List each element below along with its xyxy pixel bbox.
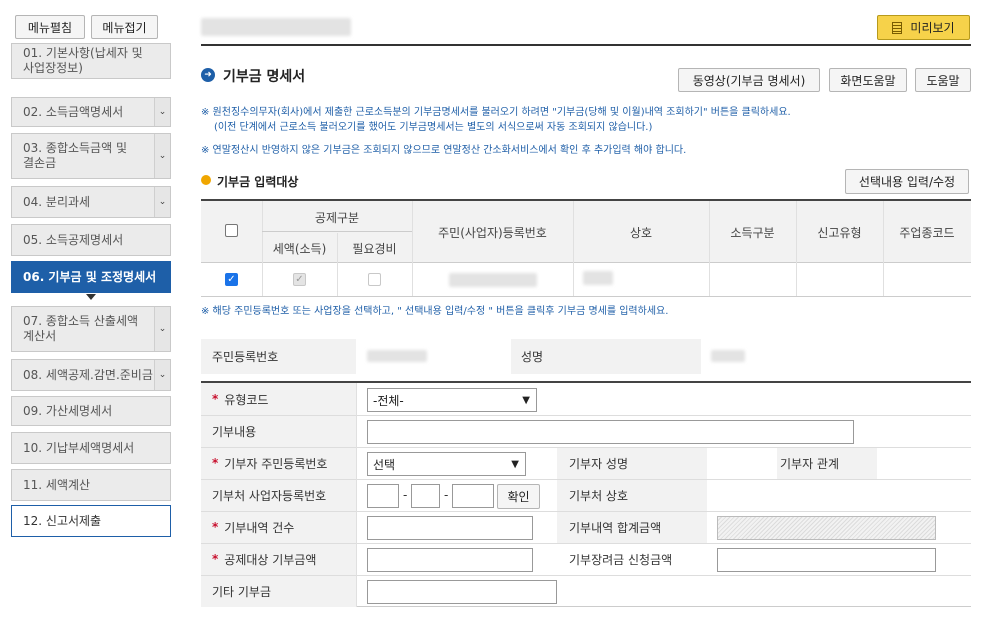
sidebar-item-total-income[interactable]: 03. 종합소득금액 및 결손금 ⌄ bbox=[11, 133, 171, 179]
sidebar-item-label: 04. 분리과세 bbox=[23, 194, 91, 209]
sidebar-item-prepaid[interactable]: 10. 기납부세액명세서 bbox=[11, 432, 171, 464]
row-regno-redacted bbox=[449, 273, 537, 287]
chevron-down-icon: ▼ bbox=[511, 459, 519, 470]
org-bizno-part1[interactable] bbox=[367, 484, 399, 508]
table-row[interactable]: ✓ ✓ bbox=[201, 263, 971, 297]
confirm-button[interactable]: 확인 bbox=[497, 484, 540, 509]
sidebar-item-label: 12. 신고서제출 bbox=[23, 513, 102, 528]
count-input[interactable] bbox=[367, 516, 533, 540]
sidebar-item-label: 05. 소득공제명세서 bbox=[23, 232, 124, 247]
sidebar-item-submit[interactable]: 12. 신고서제출 bbox=[11, 505, 171, 537]
dash-separator: - bbox=[403, 488, 408, 502]
sidebar-item-label: 08. 세액공제.감면.준비금 bbox=[23, 367, 153, 382]
header-deduction: 공제구분 bbox=[314, 210, 360, 225]
header-industry-code: 주업종코드 bbox=[899, 225, 955, 240]
sidebar-item-separate-tax[interactable]: 04. 분리과세 ⌄ bbox=[11, 186, 171, 218]
chevron-down-icon: ▼ bbox=[522, 395, 530, 406]
deduct-amount-label: * 공제대상 기부금액 bbox=[212, 552, 317, 567]
type-code-label: * 유형코드 bbox=[212, 392, 269, 407]
header-name: 상호 bbox=[629, 225, 653, 240]
org-bizno-part3[interactable] bbox=[452, 484, 494, 508]
target-title: 기부금 입력대상 bbox=[217, 175, 299, 189]
notice-select: ※ 해당 주민등록번호 또는 사업장을 선택하고, " 선택내용 입력/수정 "… bbox=[201, 306, 669, 317]
chevron-down-icon[interactable]: ⌄ bbox=[154, 307, 170, 351]
sidebar-item-basic[interactable]: 01. 기본사항(납세자 및 사업장정보) bbox=[11, 43, 171, 79]
content-input[interactable] bbox=[367, 420, 854, 444]
chevron-down-icon[interactable]: ⌄ bbox=[154, 98, 170, 126]
info-row: 주민등록번호 성명 bbox=[201, 339, 971, 374]
scholarship-label: 기부장려금 신청금액 bbox=[569, 552, 673, 567]
sidebar-item-label: 07. 종합소득 산출세액계산서 bbox=[23, 314, 139, 343]
sidebar-item-label: 10. 기납부세액명세서 bbox=[23, 440, 135, 455]
info-name-redacted bbox=[711, 350, 745, 362]
sidebar-item-calculated-tax[interactable]: 07. 종합소득 산출세액계산서 ⌄ bbox=[11, 306, 171, 352]
edit-selected-button[interactable]: 선택내용 입력/수정 bbox=[845, 169, 969, 194]
sidebar-item-donation[interactable]: 06. 기부금 및 조정명세서 bbox=[11, 261, 171, 293]
total-amount-label: 기부내역 합계금액 bbox=[569, 520, 662, 535]
target-table: 공제구분 세액(소득) 필요경비 주민(사업자)등록번호 상호 소득구분 신고유… bbox=[201, 199, 971, 297]
org-bizno-label: 기부처 사업자등록번호 bbox=[212, 488, 327, 503]
row-tax-checkbox: ✓ bbox=[293, 273, 306, 286]
active-indicator-icon bbox=[86, 294, 96, 300]
preview-button[interactable]: 미리보기 bbox=[877, 15, 970, 40]
chevron-down-icon[interactable]: ⌄ bbox=[154, 134, 170, 178]
donor-regno-label: * 기부자 주민등록번호 bbox=[212, 456, 328, 471]
sidebar-item-label: 09. 가산세명세서 bbox=[23, 403, 113, 418]
scholarship-input[interactable] bbox=[717, 548, 936, 572]
row-select-checkbox[interactable]: ✓ bbox=[225, 273, 238, 286]
header-tax: 세액(소득) bbox=[272, 241, 327, 256]
sidebar-item-label: 01. 기본사항(납세자 및 사업장정보) bbox=[23, 46, 143, 75]
chevron-down-icon[interactable]: ⌄ bbox=[154, 187, 170, 217]
sidebar-item-deduction[interactable]: 05. 소득공제명세서 bbox=[11, 224, 171, 256]
type-code-select[interactable]: -전체- ▼ bbox=[367, 388, 537, 412]
donor-relation-label: 기부자 관계 bbox=[780, 456, 840, 471]
screen-help-button[interactable]: 화면도움말 bbox=[829, 68, 907, 92]
document-icon bbox=[892, 21, 903, 34]
arrow-circle-icon: ➜ bbox=[201, 68, 215, 82]
info-regno-label: 주민등록번호 bbox=[212, 350, 279, 364]
org-bizno-part2[interactable] bbox=[411, 484, 440, 508]
menu-collapse-button[interactable]: 메뉴접기 bbox=[91, 15, 158, 39]
sidebar-item-label: 06. 기부금 및 조정명세서 bbox=[23, 269, 157, 284]
header-regno: 주민(사업자)등록번호 bbox=[438, 225, 547, 240]
video-button[interactable]: 동영상(기부금 명세서) bbox=[678, 68, 820, 92]
section-title: 기부금 명세서 bbox=[223, 69, 306, 85]
content-label: 기부내용 bbox=[212, 424, 257, 439]
preview-label: 미리보기 bbox=[910, 21, 955, 35]
deduct-amount-input[interactable] bbox=[367, 548, 533, 572]
sidebar-item-tax-calc[interactable]: 11. 세액계산 bbox=[11, 469, 171, 501]
sidebar-item-label: 03. 종합소득금액 및 결손금 bbox=[23, 141, 127, 170]
menu-expand-button[interactable]: 메뉴펼침 bbox=[15, 15, 85, 39]
header-income-type: 소득구분 bbox=[730, 225, 775, 240]
user-name-redacted bbox=[201, 18, 351, 36]
row-expense-checkbox bbox=[368, 273, 381, 286]
header-expense: 필요경비 bbox=[352, 241, 397, 256]
total-amount-input bbox=[717, 516, 936, 540]
dash-separator: - bbox=[444, 488, 449, 502]
header-report-type: 신고유형 bbox=[817, 225, 862, 240]
sidebar-item-income-statement[interactable]: 02. 소득금액명세서 ⌄ bbox=[11, 97, 171, 127]
notice-import: ※ 원천징수의무자(회사)에서 제출한 근로소득분의 기부금명세서를 불러오기 … bbox=[201, 107, 791, 118]
donor-name-label: 기부자 성명 bbox=[569, 456, 629, 471]
help-button[interactable]: 도움말 bbox=[915, 68, 971, 92]
info-name-label: 성명 bbox=[521, 350, 544, 364]
notice-yearend: ※ 연말정산시 반영하지 않은 기부금은 조회되지 않으므로 연말정산 간소화서… bbox=[201, 145, 687, 156]
count-label: * 기부내역 건수 bbox=[212, 520, 295, 535]
sidebar-item-penalty[interactable]: 09. 가산세명세서 bbox=[11, 396, 171, 426]
sidebar-item-tax-credit[interactable]: 08. 세액공제.감면.준비금 ⌄ bbox=[11, 359, 171, 391]
header-divider bbox=[201, 44, 971, 46]
row-name-redacted bbox=[583, 271, 613, 285]
notice-import-sub: (이전 단계에서 근로소득 불러오기를 했어도 기부금명세서는 별도의 서식으로… bbox=[214, 122, 653, 133]
donor-regno-select[interactable]: 선택 ▼ bbox=[367, 452, 526, 476]
info-regno-redacted bbox=[367, 350, 427, 362]
select-all-checkbox[interactable] bbox=[225, 224, 238, 237]
sidebar-item-label: 02. 소득금액명세서 bbox=[23, 104, 124, 119]
subtitle-bullet-icon bbox=[201, 175, 211, 185]
org-name-label: 기부처 상호 bbox=[569, 488, 629, 503]
chevron-down-icon[interactable]: ⌄ bbox=[154, 360, 170, 390]
other-donation-label: 기타 기부금 bbox=[212, 584, 272, 599]
donation-form: * 유형코드 -전체- ▼ 기부내용 * 기부자 주민등록번호 선택 ▼ 기부자 성명 … bbox=[201, 381, 971, 607]
sidebar-item-label: 11. 세액계산 bbox=[23, 477, 91, 492]
other-donation-input[interactable] bbox=[367, 580, 557, 604]
